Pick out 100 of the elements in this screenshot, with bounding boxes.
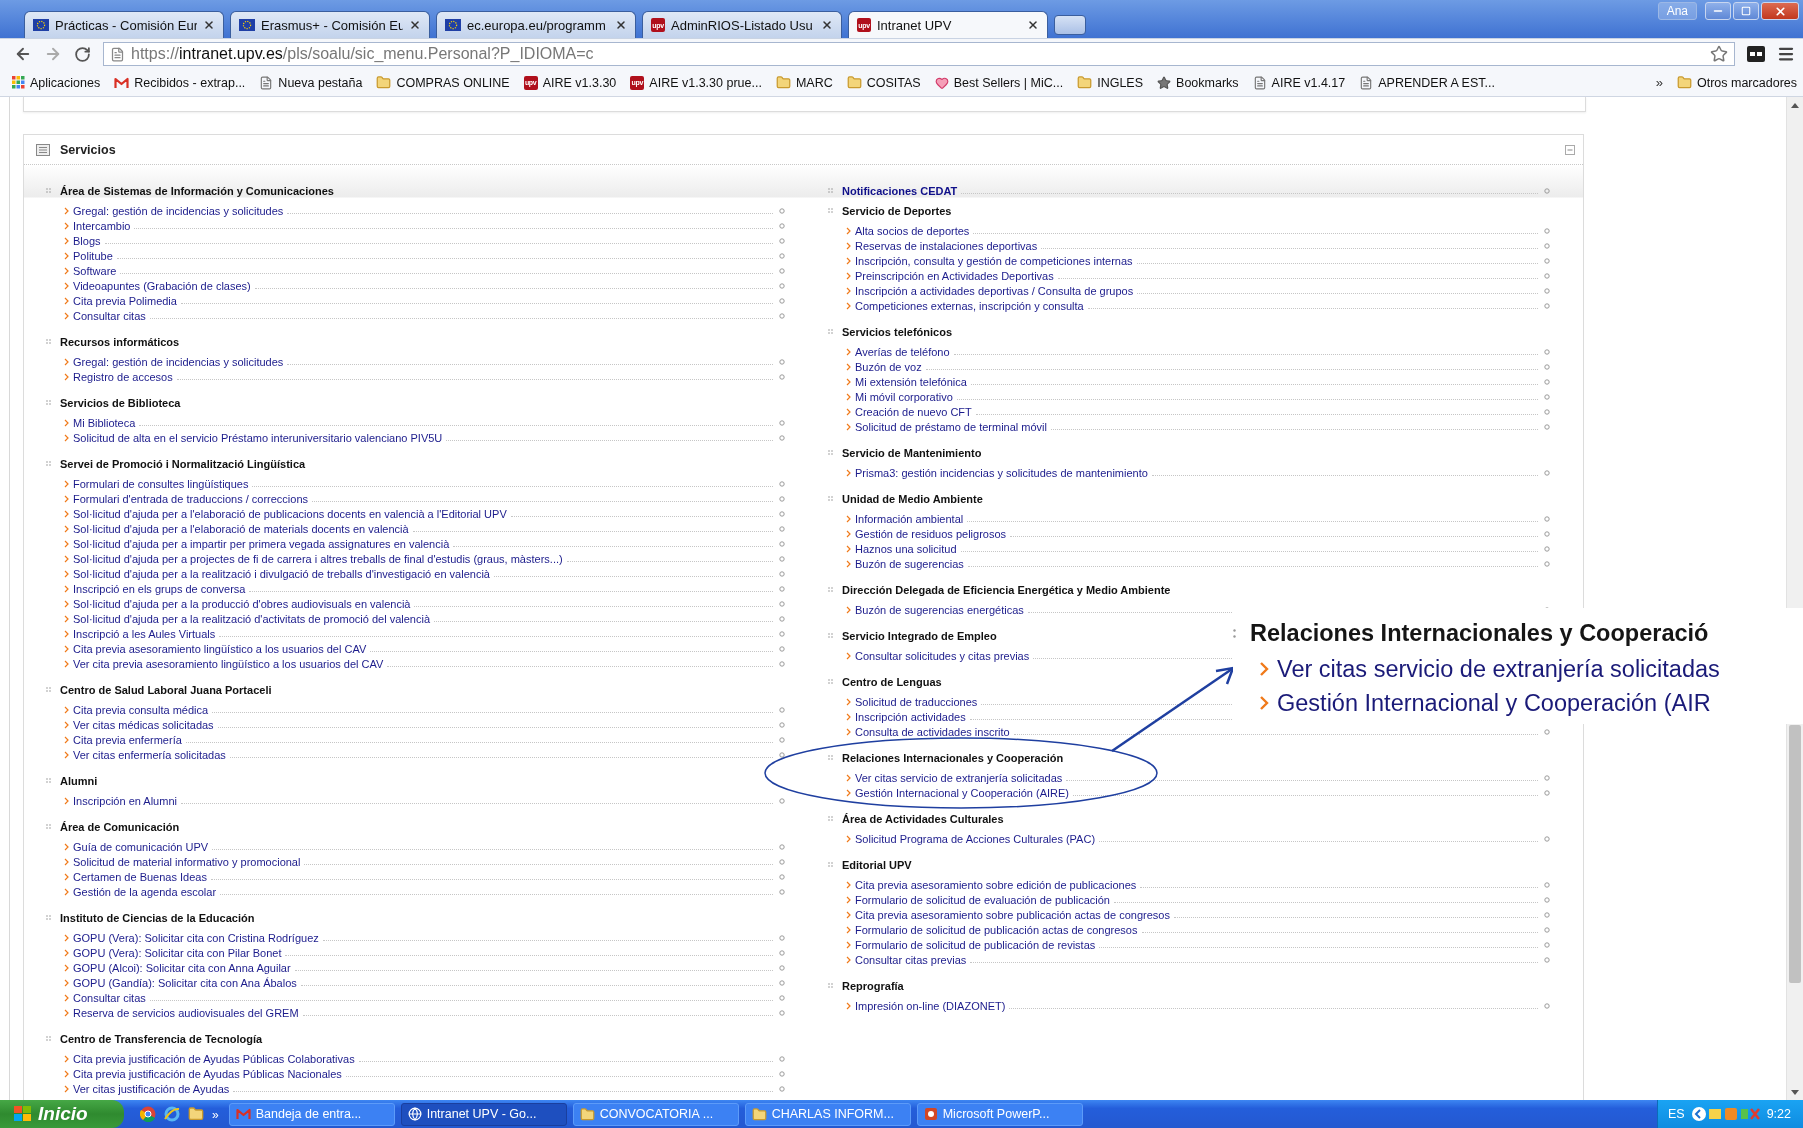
service-link[interactable]: Sol·licitud d'ajuda per a impartir per primera vegada assignatures en valencià: [73, 537, 450, 550]
service-link[interactable]: Averías de teléfono: [855, 345, 950, 358]
service-link[interactable]: Impresión on-line (DIAZONET): [855, 999, 1006, 1012]
service-link[interactable]: GOPU (Gandía): Solicitar cita con Ana Ábalos: [73, 976, 297, 989]
service-link[interactable]: Ver cita previa asesoramiento lingüístico a los usuarios del CAV: [73, 657, 384, 670]
service-link[interactable]: Cita previa justificación de Ayudas Públicas Colaborativas: [73, 1052, 355, 1065]
service-link[interactable]: Buzón de sugerencias: [855, 557, 964, 570]
bookmark-link[interactable]: COSITAS: [846, 75, 921, 90]
service-link[interactable]: Formulari d'entrada de traduccions / correccions: [73, 492, 309, 505]
service-link[interactable]: Ver citas servicio de extranjería solicitadas: [855, 771, 1063, 784]
service-link[interactable]: Haznos una solicitud: [855, 542, 957, 555]
service-link[interactable]: Sol·licitud d'ajuda per a projectes de fi de carrera i altres treballs de final d'estudis (graus, màsters...): [73, 552, 563, 565]
service-link[interactable]: Buzón de sugerencias energéticas: [855, 603, 1024, 616]
star-icon[interactable]: [1710, 45, 1728, 63]
service-link[interactable]: Solicitud de préstamo de terminal móvil: [855, 420, 1047, 433]
service-link[interactable]: Cita previa asesoramiento sobre publicación actas de congresos: [855, 908, 1170, 921]
service-link[interactable]: Guía de comunicación UPV: [73, 840, 209, 853]
service-link[interactable]: Formulario de solicitud de publicación de revistas: [855, 938, 1096, 951]
close-icon[interactable]: [203, 19, 215, 31]
service-link[interactable]: Formulario de solicitud de evaluación de publicación: [855, 893, 1110, 906]
start-button[interactable]: Inicio: [0, 1100, 124, 1128]
service-link[interactable]: Cita previa enfermería: [73, 733, 182, 746]
bookmark-link[interactable]: Otros marcadores: [1676, 75, 1797, 90]
maximize-button[interactable]: [1733, 2, 1759, 20]
service-link[interactable]: Blogs: [73, 234, 101, 247]
folder-icon[interactable]: [188, 1106, 204, 1122]
service-link[interactable]: Mi extensión telefónica: [855, 375, 967, 388]
address-bar[interactable]: https://intranet.upv.es/pls/soalu/sic_menu.Personal?P_IDIOMA=c: [103, 42, 1735, 66]
service-link[interactable]: Reservas de instalaciones deportivas: [855, 239, 1038, 252]
service-link[interactable]: Consultar citas: [73, 991, 146, 1004]
close-icon[interactable]: [1027, 19, 1039, 31]
service-link[interactable]: Inscripción actividades: [855, 710, 966, 723]
service-link[interactable]: Ver citas médicas solicitadas: [73, 718, 214, 731]
close-icon[interactable]: [821, 19, 833, 31]
service-link[interactable]: Competiciones externas, inscripción y consulta: [855, 299, 1084, 312]
service-link[interactable]: Consultar citas: [73, 309, 146, 322]
service-link[interactable]: Mi Biblioteca: [73, 416, 136, 429]
callout-link[interactable]: Ver citas servicio de extranjería solicitadas: [1277, 655, 1720, 683]
taskbar-item[interactable]: CHARLAS INFORM...: [744, 1102, 911, 1126]
service-link[interactable]: Consultar citas previas: [855, 953, 967, 966]
service-link[interactable]: Formulari de consultes lingüístiques: [73, 477, 249, 490]
service-link[interactable]: Mi móvil corporativo: [855, 390, 953, 403]
bookmark-link[interactable]: INGLES: [1077, 75, 1144, 90]
service-link[interactable]: Solicitud de material informativo y promocional: [73, 855, 301, 868]
service-link[interactable]: Inscripció a les Aules Virtuals: [73, 627, 216, 640]
minimize-button[interactable]: [1705, 2, 1731, 20]
service-link[interactable]: Preinscripción en Actividades Deportivas: [855, 269, 1054, 282]
service-link[interactable]: Gregal: gestión de incidencias y solicitudes: [73, 204, 284, 217]
service-link[interactable]: Gregal: gestión de incidencias y solicitudes: [73, 355, 284, 368]
service-link[interactable]: Ver citas enfermería solicitadas: [73, 748, 226, 761]
service-link[interactable]: Sol·licitud d'ajuda per a l'elaboració de publicacions docents en valencià a l'Editorial UPV: [73, 507, 507, 520]
bookmark-link[interactable]: Recibidos - extrap...: [114, 75, 246, 90]
service-link[interactable]: Sol·licitud d'ajuda per a la realització i divulgació de treballs d'investigació en valencià: [73, 567, 490, 580]
service-link[interactable]: Alta socios de deportes: [855, 224, 970, 237]
bookmark-link[interactable]: Aplicaciones: [12, 75, 101, 90]
service-link[interactable]: Información ambiental: [855, 512, 964, 525]
service-link[interactable]: Cita previa asesoramiento lingüístico a los usuarios del CAV: [73, 642, 367, 655]
service-link[interactable]: Cita previa Polimedia: [73, 294, 177, 307]
service-link[interactable]: Ver citas justificación de Ayudas: [73, 1082, 230, 1095]
service-link[interactable]: Inscripción en Alumni: [73, 794, 177, 807]
tray-icons-drawing[interactable]: [1690, 1106, 1761, 1122]
bookmark-link[interactable]: MARC: [775, 75, 833, 90]
service-link[interactable]: Solicitud de alta en el servicio Préstamo interuniversitario valenciano PIV5U: [73, 431, 443, 444]
service-link[interactable]: Gestión de la agenda escolar: [73, 885, 217, 898]
service-link[interactable]: Reserva de servicios audiovisuales del GREM: [73, 1006, 299, 1019]
service-link[interactable]: Prisma3: gestión incidencias y solicitudes de mantenimiento: [855, 466, 1148, 479]
service-link[interactable]: Sol·licitud d'ajuda per a la producció d'obres audiovisuals en valencià: [73, 597, 411, 610]
service-link[interactable]: Formulario de solicitud de publicación actas de congresos: [855, 923, 1138, 936]
reload-button[interactable]: [74, 45, 91, 63]
bookmark-link[interactable]: Nueva pestaña: [259, 75, 363, 90]
taskbar-item[interactable]: Bandeja de entra...: [228, 1102, 395, 1126]
service-link[interactable]: Consulta de actividades inscrito: [855, 725, 1010, 738]
service-link[interactable]: GOPU (Vera): Solicitar cita con Cristina Rodríguez: [73, 931, 319, 944]
back-button[interactable]: [14, 45, 32, 63]
browser-icon[interactable]: [140, 1106, 156, 1122]
browser-tab[interactable]: Prácticas - Comisión Eur: [24, 11, 224, 38]
service-link[interactable]: Solicitud Programa de Acciones Culturales (PAC): [855, 832, 1096, 845]
service-link[interactable]: Sol·licitud d'ajuda per a l'elaboració de materials docents en valencià: [73, 522, 409, 535]
service-link[interactable]: Sol·licitud d'ajuda per a la realització d'activitats de promoció del valencià: [73, 612, 430, 625]
service-link[interactable]: Intercambio: [73, 219, 131, 232]
service-link[interactable]: Gestión Internacional y Cooperación (AIRE): [855, 786, 1069, 799]
service-link[interactable]: Solicitud de traducciones: [855, 695, 978, 708]
new-tab-button[interactable]: [1054, 15, 1086, 35]
more-icons-link[interactable]: »: [212, 1108, 219, 1122]
service-link[interactable]: Inscripción a actividades deportivas / Consulta de grupos: [855, 284, 1134, 297]
service-link[interactable]: Cita previa consulta médica: [73, 703, 209, 716]
service-link[interactable]: Inscripción, consulta y gestión de competiciones internas: [855, 254, 1133, 267]
service-link[interactable]: Politube: [73, 249, 113, 262]
more-bookmarks-link[interactable]: »: [1655, 75, 1663, 90]
callout-link[interactable]: Gestión Internacional y Cooperación (AIR: [1277, 689, 1711, 717]
taskbar-item[interactable]: Microsoft PowerP...: [916, 1102, 1083, 1126]
service-link[interactable]: Creación de nuevo CFT: [855, 405, 972, 418]
close-icon[interactable]: [409, 19, 421, 31]
service-link[interactable]: Buzón de voz: [855, 360, 922, 373]
service-link[interactable]: Cita previa asesoramiento sobre edición de publicaciones: [855, 878, 1137, 891]
service-link[interactable]: Certamen de Buenas Ideas: [73, 870, 207, 883]
close-button[interactable]: [1761, 2, 1799, 20]
section-link[interactable]: Notificaciones CEDAT: [842, 184, 958, 197]
service-link[interactable]: Software: [73, 264, 117, 277]
service-link[interactable]: Inscripció en els grups de conversa: [73, 582, 246, 595]
